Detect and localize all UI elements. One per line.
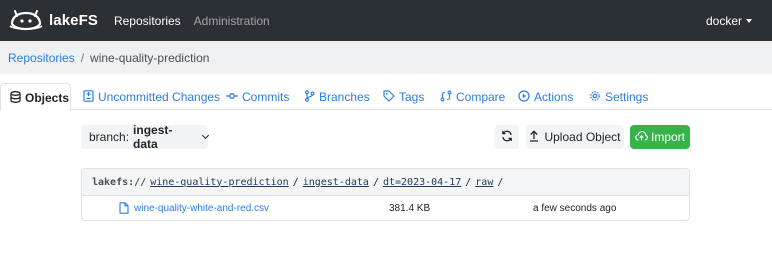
breadcrumb-separator: / bbox=[80, 50, 85, 65]
lakefs-logo-icon bbox=[9, 9, 43, 32]
tag-icon bbox=[383, 90, 395, 102]
tab-label: Compare bbox=[456, 90, 506, 104]
git-commit-icon bbox=[226, 90, 238, 102]
path-segment-raw[interactable]: raw bbox=[475, 177, 493, 188]
upload-icon bbox=[529, 129, 544, 145]
user-name: docker bbox=[705, 13, 742, 28]
file-modified: a few seconds ago bbox=[533, 203, 617, 214]
tab-label: Branches bbox=[319, 90, 370, 104]
path-separator: / bbox=[372, 176, 379, 188]
file-size: 381.4 KB bbox=[389, 203, 431, 214]
top-navbar: lakeFS Repositories Administration docke… bbox=[0, 0, 772, 41]
file-diff-icon bbox=[82, 90, 94, 102]
tab-compare[interactable]: Compare bbox=[440, 83, 505, 110]
upload-object-button[interactable]: Upload Object bbox=[526, 125, 624, 149]
branch-prefix: branch: bbox=[89, 130, 130, 144]
object-path: lakefs:// wine-quality-prediction / inge… bbox=[82, 169, 689, 196]
caret-down-icon bbox=[746, 19, 752, 23]
tab-label: Settings bbox=[605, 90, 649, 104]
git-compare-icon bbox=[440, 90, 452, 102]
tab-tags[interactable]: Tags bbox=[383, 83, 424, 110]
tab-label: Commits bbox=[242, 90, 290, 104]
file-name-link[interactable]: wine-quality-white-and-red.csv bbox=[134, 203, 269, 214]
table-row: wine-quality-white-and-red.csv 381.4 KB … bbox=[82, 197, 689, 220]
file-icon bbox=[119, 202, 129, 217]
breadcrumb-repositories-link[interactable]: Repositories bbox=[8, 51, 75, 65]
path-segment-repository[interactable]: wine-quality-prediction bbox=[150, 177, 288, 188]
database-icon bbox=[9, 91, 21, 103]
tab-label: Objects bbox=[25, 91, 70, 105]
breadcrumb-current-repo: wine-quality-prediction bbox=[90, 50, 210, 65]
nav-repositories[interactable]: Repositories bbox=[114, 14, 181, 28]
objects-table: lakefs:// wine-quality-prediction / inge… bbox=[81, 168, 690, 221]
branch-name: ingest-data bbox=[133, 123, 173, 151]
refresh-button[interactable] bbox=[495, 125, 519, 149]
path-separator: / bbox=[497, 176, 504, 188]
cloud-upload-icon bbox=[635, 130, 651, 145]
brand[interactable]: lakeFS bbox=[9, 9, 98, 32]
nav-administration[interactable]: Administration bbox=[194, 14, 270, 28]
tab-label: Tags bbox=[399, 90, 425, 104]
path-separator: / bbox=[292, 176, 299, 188]
repository-tabs: Objects Uncommitted Changes Commits Bran… bbox=[0, 74, 772, 111]
tab-settings[interactable]: Settings bbox=[589, 83, 648, 110]
tab-uncommitted-changes[interactable]: Uncommitted Changes bbox=[82, 83, 220, 110]
user-menu[interactable]: docker bbox=[706, 0, 752, 41]
refresh-icon bbox=[501, 130, 513, 145]
tab-commits[interactable]: Commits bbox=[226, 83, 289, 110]
import-button[interactable]: Import bbox=[630, 125, 690, 149]
path-prefix: lakefs:// bbox=[92, 176, 147, 188]
brand-name: lakeFS bbox=[49, 12, 98, 29]
gear-icon bbox=[589, 90, 601, 102]
path-segment-date[interactable]: dt=2023-04-17 bbox=[383, 177, 461, 188]
upload-label: Upload Object bbox=[544, 130, 621, 144]
chevron-down-icon bbox=[201, 131, 210, 140]
import-label: Import bbox=[650, 130, 685, 144]
git-branch-icon bbox=[303, 90, 315, 102]
play-circle-icon bbox=[518, 90, 530, 102]
tab-label: Actions bbox=[534, 90, 574, 104]
tab-branches[interactable]: Branches bbox=[303, 83, 370, 110]
tab-actions[interactable]: Actions bbox=[518, 83, 573, 110]
breadcrumb: Repositories / wine-quality-prediction bbox=[0, 41, 772, 74]
path-segment-branch[interactable]: ingest-data bbox=[303, 177, 369, 188]
path-separator: / bbox=[465, 176, 472, 188]
tab-objects[interactable]: Objects bbox=[0, 83, 71, 111]
branch-selector[interactable]: branch: ingest-data bbox=[81, 123, 210, 151]
tab-label: Uncommitted Changes bbox=[98, 90, 221, 104]
